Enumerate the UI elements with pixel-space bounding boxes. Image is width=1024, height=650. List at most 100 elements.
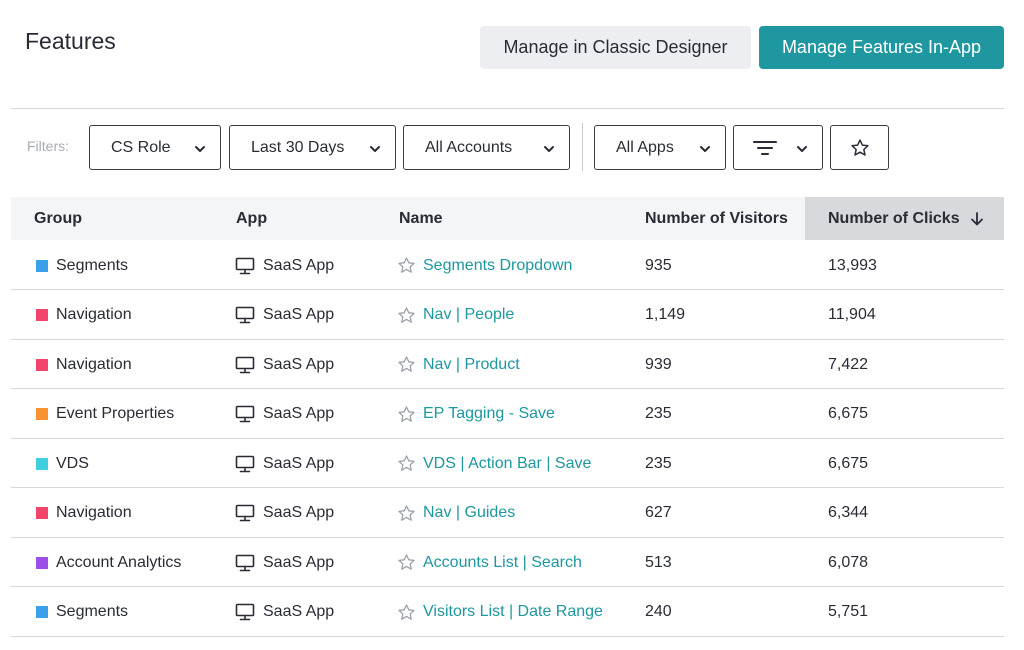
visitors-cell: 235 [645,405,672,422]
column-header-app[interactable]: App [236,197,267,240]
clicks-cell: 6,078 [828,553,869,571]
table-header: Group App Name Number of Visitors Number… [11,197,1004,240]
app-cell: SaaS App [235,241,334,290]
name-cell: Nav | People [397,291,514,340]
group-color-swatch [36,358,48,371]
visitors-cell: 935 [645,256,672,274]
visitors-cell: 513 [645,553,672,571]
star-icon[interactable] [397,256,416,275]
name-cell: VDS | Action Bar | Save [397,439,591,488]
clicks-cell: 13,993 [828,256,877,274]
column-header-group[interactable]: Group [34,197,82,240]
star-icon[interactable] [397,355,416,374]
group-color-swatch [36,556,48,569]
table-row[interactable]: Navigation SaaS App Nav | Guides 627 6,344 [11,489,1004,538]
column-header-clicks[interactable]: Number of Clicks [805,197,1004,240]
app-name: SaaS App [263,504,335,521]
visitors-cell: 939 [645,355,672,373]
column-header-clicks-label: Number of Clicks [828,209,960,227]
accounts-filter-value: All Accounts [425,138,513,156]
chevron-down-icon [195,146,205,152]
app-name: SaaS App [263,603,335,620]
column-header-name[interactable]: Name [399,197,443,240]
apps-filter-dropdown[interactable]: All Apps [594,125,726,170]
star-icon[interactable] [397,603,416,622]
app-cell: SaaS App [235,340,334,389]
table-row[interactable]: Navigation SaaS App Nav | People 1,149 11,90… [11,291,1004,340]
monitor-icon [235,455,255,472]
favorites-filter-button[interactable] [830,125,889,170]
feature-name-link[interactable]: EP Tagging - Save [423,405,555,423]
group-cell: Account Analytics [36,538,181,587]
clicks-cell: 5,751 [828,603,869,620]
date-range-dropdown[interactable]: Last 30 Days [229,125,396,170]
table-row[interactable]: Navigation SaaS App Nav | Product 939 7,422 [11,340,1004,389]
date-range-value: Last 30 Days [251,138,345,156]
app-name: SaaS App [263,355,335,373]
table-row[interactable]: Segments SaaS App Segments Dropdown 935 13,9… [11,241,1004,290]
app-cell: SaaS App [235,588,334,637]
star-icon[interactable] [397,405,416,424]
feature-name-link[interactable]: Segments Dropdown [423,257,572,275]
manage-features-in-app-button[interactable]: Manage Features In-App [759,26,1004,69]
name-cell: EP Tagging - Save [397,390,555,439]
star-icon[interactable] [397,504,416,523]
visitors-cell: 235 [645,454,672,472]
group-color-swatch [36,259,48,272]
feature-name-link[interactable]: Visitors List | Date Range [423,603,603,621]
role-filter-dropdown[interactable]: CS Role [89,125,221,170]
star-icon[interactable] [397,553,416,572]
group-cell: Segments [36,241,128,290]
manage-classic-designer-button[interactable]: Manage in Classic Designer [480,26,751,69]
filter-separator [582,123,583,171]
monitor-icon [235,554,255,571]
monitor-icon [235,504,255,522]
feature-name-link[interactable]: Nav | Guides [423,504,515,522]
feature-name-link[interactable]: Nav | People [423,306,514,324]
name-cell: Accounts List | Search [397,538,582,587]
feature-name-link[interactable]: VDS | Action Bar | Save [423,455,591,473]
feature-name-link[interactable]: Nav | Product [423,356,520,374]
app-cell: SaaS App [235,489,334,538]
app-name: SaaS App [263,454,335,472]
table-row[interactable]: Segments SaaS App Visitors List | Date Ran… [11,588,1004,637]
monitor-icon [235,603,255,621]
app-name: SaaS App [263,256,335,274]
group-cell: Navigation [36,489,132,538]
feature-name-link[interactable]: Accounts List | Search [423,554,582,572]
group-color-swatch [36,507,48,519]
visitors-cell: 240 [645,603,672,620]
clicks-cell: 6,344 [828,504,869,521]
accounts-filter-dropdown[interactable]: All Accounts [403,125,570,170]
sort-descending-icon [970,211,983,225]
app-cell: SaaS App [235,538,334,587]
monitor-icon [235,405,255,423]
chevron-down-icon [797,146,807,152]
group-name: Account Analytics [56,553,182,571]
table-row[interactable]: Account Analytics SaaS App Accounts List |… [11,538,1004,587]
app-cell: SaaS App [235,439,334,488]
star-icon[interactable] [397,306,416,325]
app-name: SaaS App [263,306,335,323]
table-row[interactable]: VDS SaaS App VDS | Action Bar | Save 235 6,6… [11,439,1004,488]
group-color-swatch [36,309,48,321]
name-cell: Nav | Product [397,340,520,389]
app-name: SaaS App [263,553,335,571]
app-name: SaaS App [263,405,335,422]
group-cell: Segments [36,588,128,637]
name-cell: Nav | Guides [397,489,515,538]
visitors-cell: 1,149 [645,306,686,323]
group-name: Event Properties [56,405,175,422]
clicks-cell: 6,675 [828,405,869,422]
table-row[interactable]: Event Properties SaaS App EP Tagging - Sav… [11,390,1004,439]
name-cell: Segments Dropdown [397,241,572,290]
clicks-cell: 11,904 [828,306,876,323]
column-header-visitors[interactable]: Number of Visitors [645,197,788,240]
chevron-down-icon [370,146,380,152]
star-icon [851,139,869,156]
advanced-filter-dropdown[interactable] [733,125,823,170]
group-name: Navigation [56,355,132,373]
role-filter-value: CS Role [111,138,171,156]
star-icon[interactable] [397,454,416,473]
group-cell: VDS [36,439,89,488]
